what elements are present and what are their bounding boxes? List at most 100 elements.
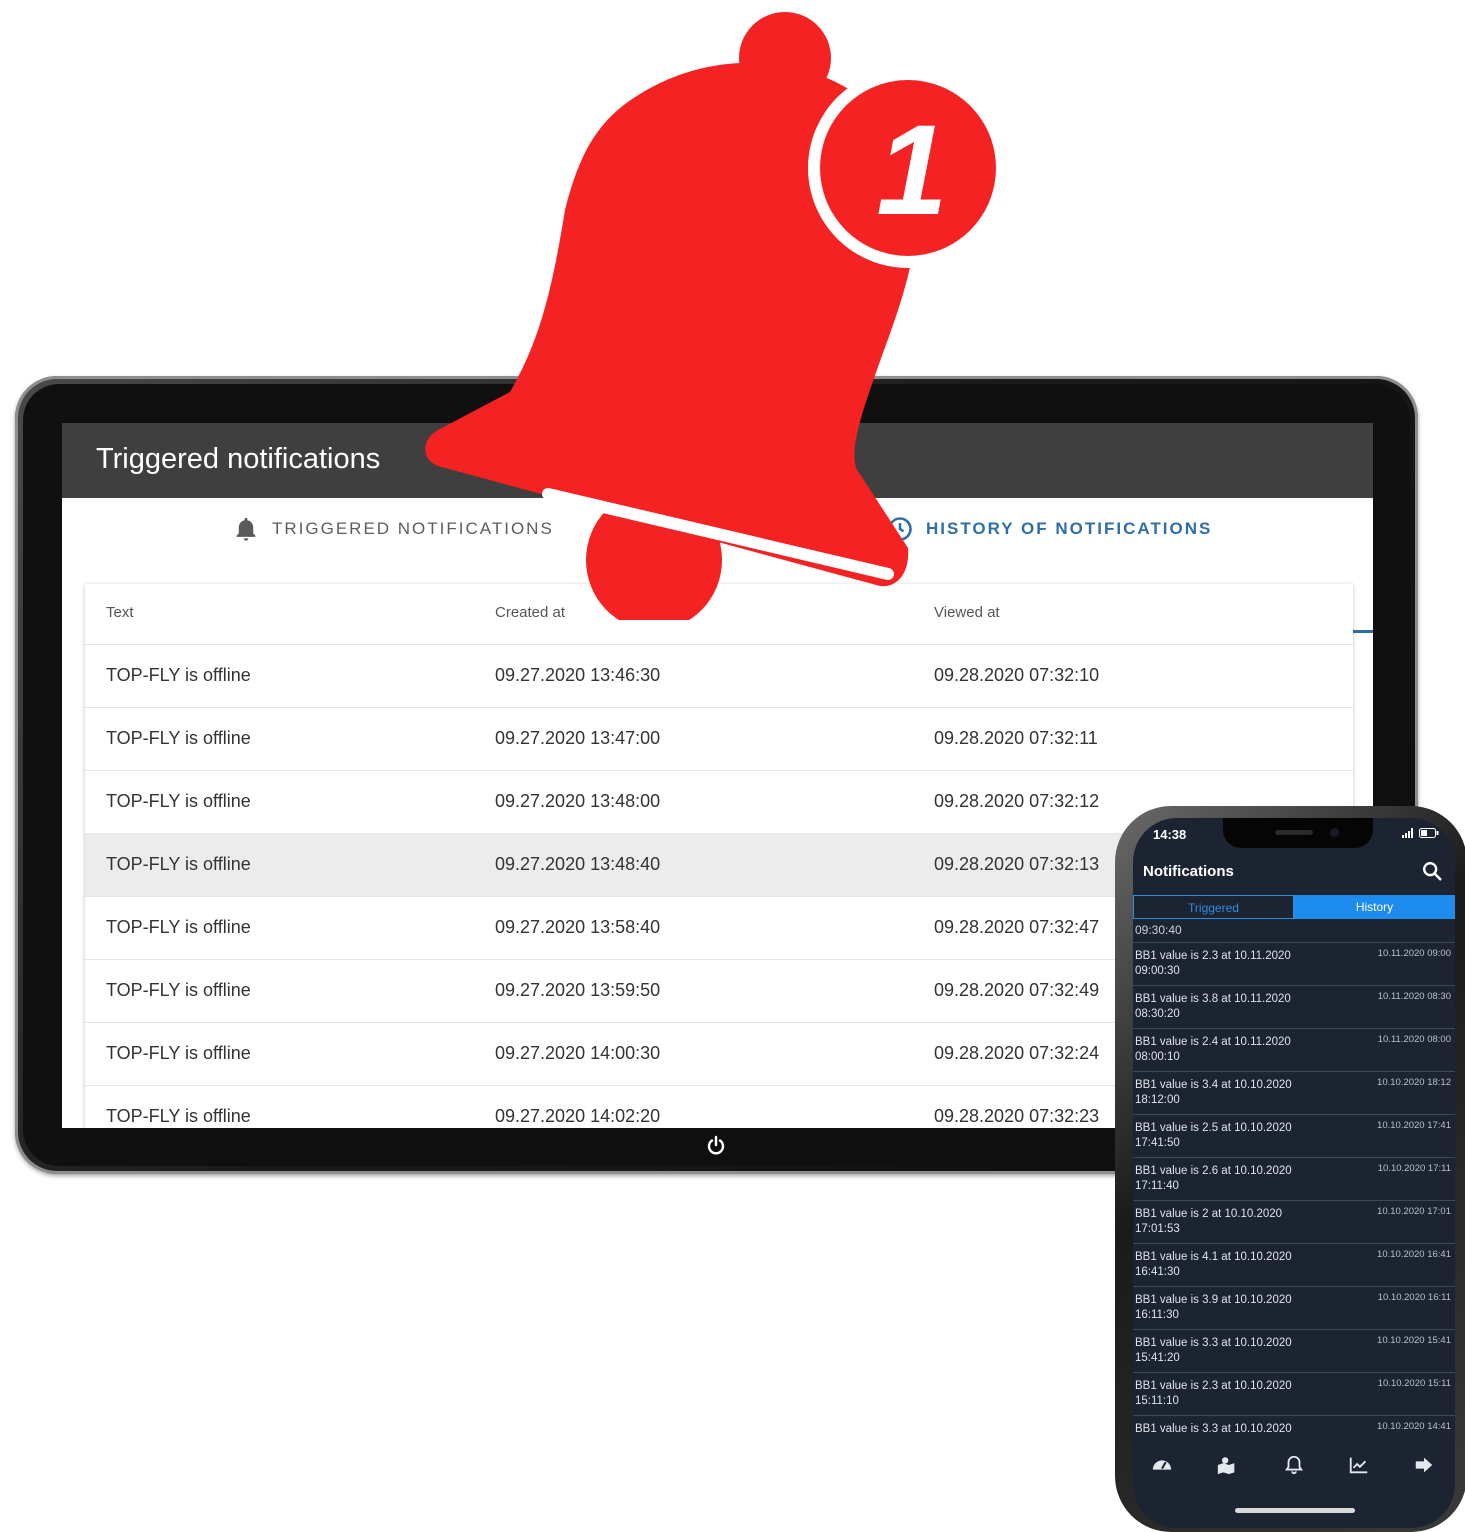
status-icons <box>1401 828 1439 841</box>
list-item[interactable]: BB1 value is 2.4 at 10.11.2020 08:00:10 1… <box>1133 1028 1455 1072</box>
phone-page-title: Notifications <box>1143 863 1234 880</box>
item-date: 10.10.2020 17:41 <box>1377 1120 1451 1131</box>
list-item[interactable]: BB1 value is 2.6 at 10.10.2020 17:11:40 1… <box>1133 1157 1455 1201</box>
item-date: 10.11.2020 09:00 <box>1377 948 1451 959</box>
history-list[interactable]: 09:30:40 BB1 value is 2.3 at 10.11.2020 0… <box>1133 919 1455 1441</box>
item-text: BB1 value is 3.8 at 10.11.2020 08:30:20 <box>1135 992 1320 1022</box>
item-date: 10.10.2020 18:12 <box>1377 1077 1451 1088</box>
item-time: 15:41:20 <box>1135 1352 1180 1364</box>
item-time: 17:01:53 <box>1135 1223 1180 1235</box>
item-message: BB1 value is 3.4 at 10.10.2020 <box>1135 1079 1292 1091</box>
list-item[interactable]: BB1 value is 3.3 at 10.10.2020 15:41:20 1… <box>1133 1329 1455 1373</box>
bell-icon <box>236 517 256 541</box>
camera-icon <box>1330 828 1339 837</box>
history-icon <box>888 517 912 541</box>
list-item[interactable]: BB1 value is 2.5 at 10.10.2020 17:41:50 1… <box>1133 1114 1455 1158</box>
list-item[interactable]: BB1 value is 2.3 at 10.11.2020 09:00:30 1… <box>1133 942 1455 986</box>
item-message: BB1 value is 2.4 at 10.11.2020 <box>1135 1036 1291 1048</box>
dashboard-icon[interactable] <box>1151 1454 1173 1476</box>
item-time: 08:30:20 <box>1135 1008 1180 1020</box>
phone-header: Notifications <box>1133 852 1455 894</box>
cell-created-at: 09.27.2020 13:46:30 <box>495 665 661 685</box>
badge-icon: 1 <box>808 68 1008 268</box>
cell-viewed-at: 09.28.2020 07:32:13 <box>934 854 1100 874</box>
search-icon[interactable] <box>1421 860 1443 882</box>
chart-icon[interactable] <box>1348 1454 1370 1476</box>
item-message: BB1 value is 3.9 at 10.10.2020 <box>1135 1294 1292 1306</box>
cell-created-at: 09.27.2020 13:48:00 <box>495 791 661 811</box>
app-bar: Triggered notifications <box>62 423 1373 498</box>
cell-text: TOP-FLY is offline <box>106 728 251 748</box>
item-message: BB1 value is 2.3 at 10.11.2020 <box>1135 950 1291 962</box>
map-icon[interactable] <box>1216 1454 1238 1476</box>
item-text: BB1 value is 3.3 at 10.10.2020 <box>1135 1422 1320 1437</box>
tab-history-of-notifications[interactable]: HISTORY OF NOTIFICATIONS <box>886 498 1212 560</box>
cell-created-at: 09.27.2020 13:59:50 <box>495 980 661 1000</box>
cell-created-at: 09.27.2020 13:58:40 <box>495 917 661 937</box>
item-time: 18:12:00 <box>1135 1094 1180 1106</box>
cell-created-at: 09.27.2020 13:48:40 <box>495 854 661 874</box>
list-item[interactable]: BB1 value is 2.3 at 10.10.2020 15:11:10 1… <box>1133 1372 1455 1416</box>
signal-icon <box>1401 828 1413 838</box>
item-date: 10.10.2020 17:11 <box>1377 1163 1451 1174</box>
table-row[interactable]: TOP-FLY is offline 09.27.2020 13:46:30 0… <box>85 645 1353 708</box>
item-text: BB1 value is 2 at 10.10.2020 17:01:53 <box>1135 1207 1320 1237</box>
cell-text: TOP-FLY is offline <box>106 980 251 1000</box>
page-title: Triggered notifications <box>96 443 381 475</box>
power-icon[interactable] <box>704 1134 728 1158</box>
tab-label: TRIGGERED NOTIFICATIONS <box>272 519 554 538</box>
cell-text: TOP-FLY is offline <box>106 1106 251 1126</box>
item-date: 10.10.2020 16:41 <box>1377 1249 1451 1260</box>
item-date: 10.10.2020 17:01 <box>1377 1206 1451 1217</box>
cell-created-at: 09.27.2020 13:47:00 <box>495 728 661 748</box>
tab-triggered-notifications[interactable]: TRIGGERED NOTIFICATIONS <box>232 498 554 560</box>
item-date: 10.10.2020 14:41 <box>1377 1421 1451 1432</box>
bell-icon[interactable] <box>1283 1454 1305 1476</box>
list-item[interactable]: BB1 value is 3.4 at 10.10.2020 18:12:00 1… <box>1133 1071 1455 1115</box>
item-message: BB1 value is 3.8 at 10.11.2020 <box>1135 993 1291 1005</box>
tab-label: HISTORY OF NOTIFICATIONS <box>926 519 1213 538</box>
table-row[interactable]: TOP-FLY is offline 09.27.2020 13:47:00 0… <box>85 708 1353 771</box>
cell-viewed-at: 09.28.2020 07:32:12 <box>934 791 1100 811</box>
item-time: 08:00:10 <box>1135 1051 1180 1063</box>
column-header-viewed-at[interactable]: Viewed at <box>934 604 1000 621</box>
tab-history[interactable]: History <box>1294 895 1455 919</box>
item-date: 10.11.2020 08:30 <box>1377 991 1451 1002</box>
speaker-icon <box>1275 830 1313 835</box>
item-message: BB1 value is 2 at 10.10.2020 <box>1135 1208 1283 1220</box>
cell-viewed-at: 09.28.2020 07:32:49 <box>934 980 1100 1000</box>
item-time: 17:11:40 <box>1135 1180 1179 1192</box>
cell-text: TOP-FLY is offline <box>106 665 251 685</box>
list-item[interactable]: BB1 value is 3.8 at 10.11.2020 08:30:20 1… <box>1133 985 1455 1029</box>
phone-notch <box>1223 818 1373 848</box>
column-header-created-at[interactable]: Created at <box>495 604 565 621</box>
list-item-partial: 09:30:40 <box>1135 923 1182 937</box>
column-header-text[interactable]: Text <box>106 604 134 621</box>
item-text: BB1 value is 3.9 at 10.10.2020 16:11:30 <box>1135 1293 1320 1323</box>
item-message: BB1 value is 2.5 at 10.10.2020 <box>1135 1122 1292 1134</box>
item-time: 09:00:30 <box>1135 965 1180 977</box>
list-item[interactable]: BB1 value is 2 at 10.10.2020 17:01:53 10.… <box>1133 1200 1455 1244</box>
item-time: 17:41:50 <box>1135 1137 1180 1149</box>
cell-viewed-at: 09.28.2020 07:32:10 <box>934 665 1100 685</box>
tab-triggered[interactable]: Triggered <box>1133 895 1294 919</box>
item-date: 10.11.2020 08:00 <box>1377 1034 1451 1045</box>
badge-count: 1 <box>876 99 947 242</box>
cell-text: TOP-FLY is offline <box>106 791 251 811</box>
item-time: 16:41:30 <box>1135 1266 1180 1278</box>
item-text: BB1 value is 2.3 at 10.11.2020 09:00:30 <box>1135 949 1320 979</box>
item-time: 15:11:10 <box>1135 1395 1179 1407</box>
logout-icon[interactable] <box>1413 1454 1435 1476</box>
list-item[interactable]: BB1 value is 3.3 at 10.10.2020 10.10.202… <box>1133 1415 1455 1441</box>
item-text: BB1 value is 3.3 at 10.10.2020 15:41:20 <box>1135 1336 1320 1366</box>
item-message: BB1 value is 4.1 at 10.10.2020 <box>1135 1251 1292 1263</box>
item-date: 10.10.2020 16:11 <box>1377 1292 1451 1303</box>
item-message: BB1 value is 2.3 at 10.10.2020 <box>1135 1380 1292 1392</box>
battery-icon <box>1419 828 1439 838</box>
item-text: BB1 value is 4.1 at 10.10.2020 16:41:30 <box>1135 1250 1320 1280</box>
list-item[interactable]: BB1 value is 3.9 at 10.10.2020 16:11:30 1… <box>1133 1286 1455 1330</box>
item-message: BB1 value is 3.3 at 10.10.2020 <box>1135 1337 1292 1349</box>
home-indicator[interactable] <box>1235 1508 1355 1513</box>
list-item[interactable]: BB1 value is 4.1 at 10.10.2020 16:41:30 1… <box>1133 1243 1455 1287</box>
item-message: BB1 value is 3.3 at 10.10.2020 <box>1135 1423 1292 1435</box>
